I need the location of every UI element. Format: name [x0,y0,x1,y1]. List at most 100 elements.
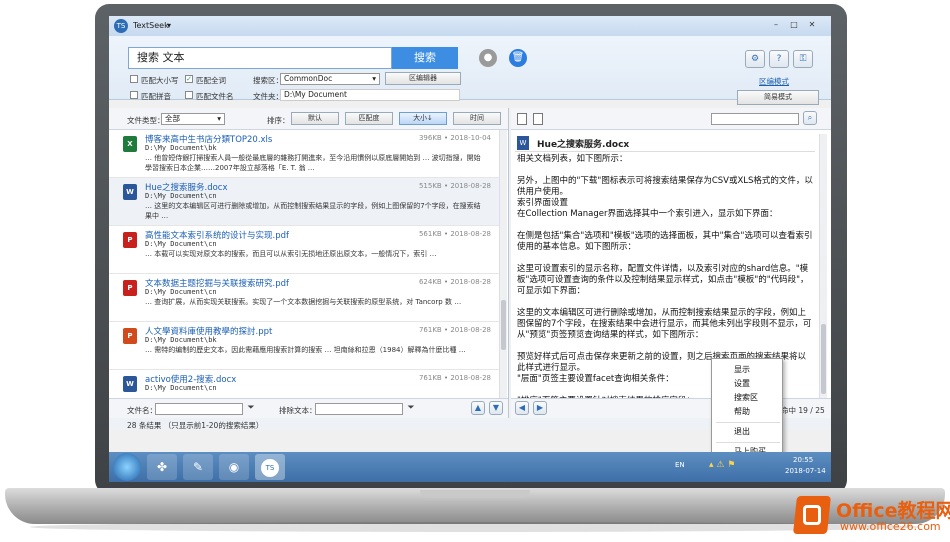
preview-paragraph: 在Collection Manager界面选择其中一个索引进入，显示如下界面： [517,209,778,219]
arrow-down-icon[interactable]: ▼ [489,401,503,415]
folder-label: 文件夹： [253,92,283,101]
match-pinyin-label: 匹配拼音 [141,92,171,101]
match-pinyin-checkbox[interactable] [130,91,138,99]
result-path: D:\My Document\cn [145,192,217,200]
list-item[interactable]: W Hue之搜索服务.docx D:\My Document\cn … 这里的文… [109,178,499,226]
preview-paragraph: 这里可设置索引的显示名称，配置文件详情，以及索引对应的shard信息。"模板"选… [517,264,809,296]
menu-divider [716,422,780,423]
preview-paragraph: 这里的文本编辑区可进行删除或增加，从而控制搜索结果显示的字段，例如上图保留的7个… [517,308,812,340]
folder-field[interactable]: D:\My Document [280,89,460,101]
prev-hit-icon[interactable]: ◀ [515,401,529,415]
app-menu-arrow-icon[interactable]: ▾ [167,21,171,30]
hit-counter: 命中 19 / 25 [781,406,825,415]
doc-icon: W [123,184,137,200]
result-meta: 515KB • 2018-08-28 [418,182,491,190]
preview-scrollbar[interactable] [819,134,827,400]
scroll-thumb[interactable] [501,300,506,350]
result-path: D:\My Document\bk [145,144,217,152]
result-snippet: … 本载可以实现对原文本的搜索，而且可以从索引无损地还原出原文本，一般情况下，索… [145,250,437,258]
filetype-select[interactable]: 全部 ▾ [161,113,225,125]
list-item[interactable]: P 文本数据主题挖掘与关联搜索研究.pdf D:\My Document\cn … [109,274,499,322]
app-title[interactable]: TextSeek [133,21,169,30]
match-case-checkbox[interactable] [130,75,138,83]
result-path: D:\My Document\cn [145,240,217,248]
match-word-checkbox[interactable]: ✓ [185,75,193,83]
results-pane: 文件类型： 全部 ▾ 排序： 默认 匹配度 大小↓ 时间 X 博客来高中生书店分… [109,108,509,418]
title-bar: TS TextSeek ▾ – □ ✕ [109,16,831,36]
pdf-icon: P [123,280,137,296]
index-mode-link[interactable]: 区编模式 [759,76,789,87]
doc-icon: W [123,376,137,392]
tray-icons[interactable]: ▴ ⚠ ⚑ [709,460,735,470]
find-input[interactable] [711,113,799,125]
result-meta: 624KB • 2018-08-28 [418,278,491,286]
preview-header: W Hue之搜索服务.docx [515,134,815,152]
result-snippet: … 他曾短侍銀打掃搜索人員一般從最底層的雜務打開進來，至今沿用慣例以原底層開始到… [145,154,481,172]
start-button[interactable] [113,453,141,481]
chrome-icon[interactable]: ◉ [219,454,249,480]
result-path: D:\My Document\bk [145,336,217,344]
filter-icon[interactable]: ⏷ [405,402,417,414]
list-item[interactable]: P 人文學資料庫使用教學的探討.ppt D:\My Document\bk … … [109,322,499,370]
taskbar: ✤ ✎ ◉ TS EN ▴ ⚠ ⚑ 20:55 2018-07-14 [109,452,831,482]
result-snippet: … 需特的编制的歷史文本，因此需藉應用搜索計算的搜索 … 坦南絲和拉恩（1984… [145,346,466,354]
match-case-label: 匹配大小写 [141,76,179,85]
search-button[interactable]: 搜索 [392,47,458,69]
help-icon[interactable]: ? [769,50,789,68]
index-label: 搜索区： [253,76,283,85]
search-input[interactable]: 搜索 文本 [128,47,392,69]
list-item[interactable]: X 博客来高中生书店分類TOP20.xls D:\My Document\bk … [109,130,499,178]
result-meta: 761KB • 2018-08-28 [418,326,491,334]
stop-icon[interactable]: ● [479,49,497,67]
index-select[interactable]: CommonDoc ▾ [280,73,380,85]
search-icon[interactable]: ⌕ [803,111,817,125]
minimize-icon[interactable]: – [769,20,783,30]
settings-icon[interactable]: ⚙ [745,50,765,68]
clock-time[interactable]: 20:55 [793,456,813,464]
match-word-label: 匹配全词 [196,76,226,85]
sort-time-button[interactable]: 时间 [453,112,501,125]
arrow-up-icon[interactable]: ▲ [471,401,485,415]
list-item[interactable]: W activo使用2-搜索.docx D:\My Document\cn 76… [109,370,499,398]
preview-paragraph [517,165,813,176]
paint-app-icon[interactable]: ✎ [183,454,213,480]
key-icon[interactable]: ⚿ [793,50,813,68]
next-hit-icon[interactable]: ▶ [533,401,547,415]
ppt-icon: P [123,328,137,344]
preview-toolbar: ⌕ [511,108,831,130]
app-logo-icon: TS [114,19,128,33]
clock-date[interactable]: 2018-07-14 [785,467,826,475]
maximize-icon[interactable]: □ [787,20,801,30]
index-editor-button[interactable]: 区编辑器 [385,72,461,85]
menu-divider [716,442,780,443]
filename-input[interactable] [155,403,243,415]
menu-item-show[interactable]: 显示 [712,363,784,377]
textseek-taskbar-icon[interactable]: TS [255,454,285,480]
menu-item-exit[interactable]: 退出 [712,425,784,439]
index-select-value: CommonDoc [284,74,333,83]
list-item[interactable]: P 高性能文本索引系统的设计与实现.pdf D:\My Document\cn … [109,226,499,274]
preview-paragraph: 在侧是包括"集合"选项和"模板"选项的选择面板，其中"集合"选项可以查看索引使用… [517,231,813,252]
document-copy-icon[interactable] [533,113,543,125]
document-icon[interactable] [517,113,527,125]
close-icon[interactable]: ✕ [805,20,819,30]
menu-item-settings[interactable]: 设置 [712,377,784,391]
result-path: D:\My Document\cn [145,288,217,296]
menu-item-help[interactable]: 帮助 [712,405,784,419]
match-filename-checkbox[interactable] [185,91,193,99]
chevron-down-icon: ▾ [217,114,221,123]
simple-mode-button[interactable]: 简易模式 [737,90,819,105]
menu-item-index[interactable]: 搜索区 [712,391,784,405]
clover-app-icon[interactable]: ✤ [147,454,177,480]
exclude-text-input[interactable] [315,403,403,415]
preview-paragraph: 另外，上图中的"下载"图标表示可将搜索结果保存为CSV或XLS格式的文件，以供用… [517,176,813,197]
trash-icon[interactable]: 🗑 [509,49,527,67]
sort-default-button[interactable]: 默认 [291,112,339,125]
filter-icon[interactable]: ⏷ [245,402,257,414]
sort-relevance-button[interactable]: 匹配度 [345,112,393,125]
sort-size-button[interactable]: 大小↓ [399,112,447,125]
results-scrollbar[interactable] [499,130,507,398]
language-indicator[interactable]: EN [675,461,685,469]
laptop-shadow [30,522,920,532]
scroll-thumb[interactable] [821,324,826,394]
